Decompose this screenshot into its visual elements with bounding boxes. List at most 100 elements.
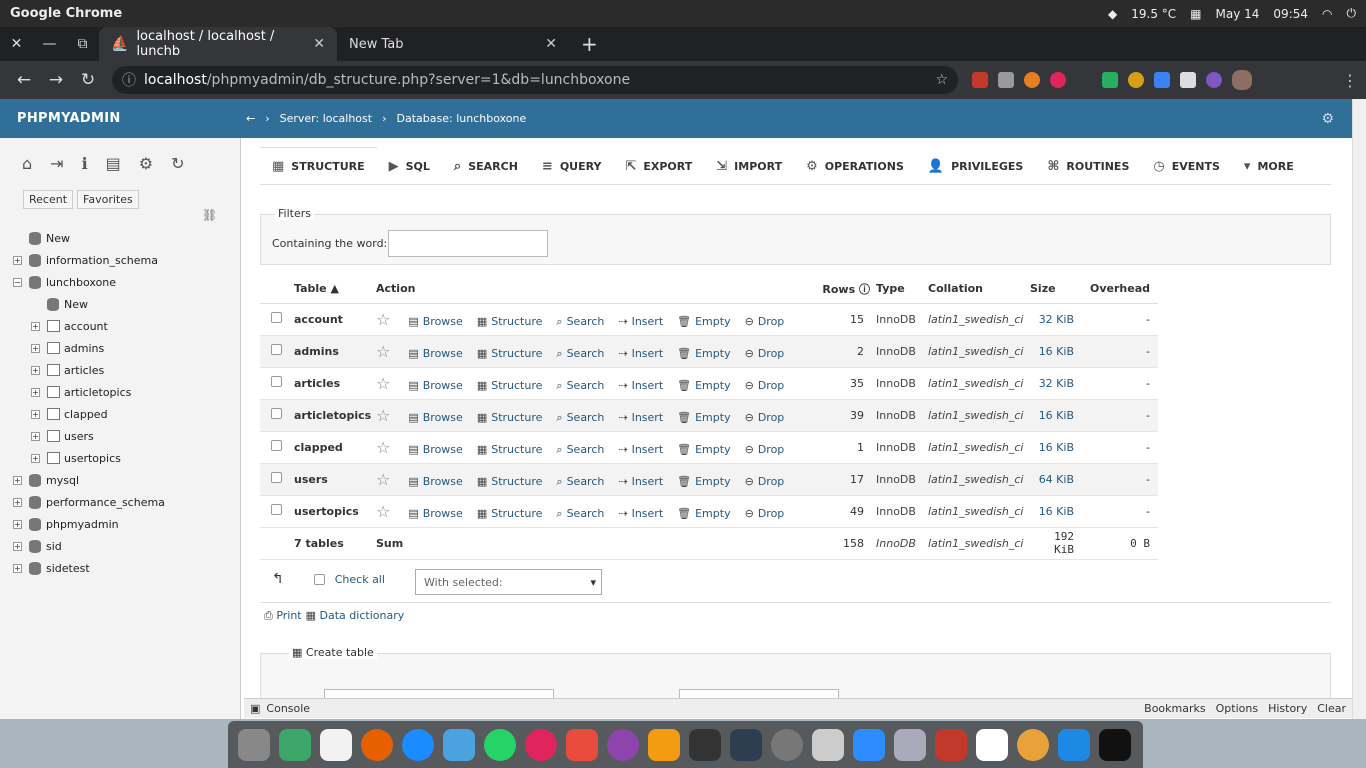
reload-icon[interactable]: ↻ bbox=[171, 154, 184, 173]
size-link[interactable]: 32 KiB bbox=[1039, 313, 1074, 326]
row-checkbox[interactable] bbox=[271, 472, 282, 483]
search-action-link[interactable]: ⌕ Search bbox=[556, 315, 604, 329]
tree-node-label[interactable]: users bbox=[64, 430, 94, 443]
browse-action-link[interactable]: ▤ Browse bbox=[408, 379, 462, 392]
favorite-star-icon[interactable]: ☆ bbox=[376, 406, 390, 425]
insert-action-link[interactable]: ⇢ Insert bbox=[618, 443, 663, 456]
insert-action-link[interactable]: ⇢ Insert bbox=[618, 347, 663, 360]
column-header-rows[interactable]: Rows ⓘ bbox=[812, 275, 876, 304]
favorite-star-icon[interactable]: ☆ bbox=[376, 438, 390, 457]
column-header-size[interactable]: Size bbox=[1030, 275, 1086, 304]
size-link[interactable]: 32 KiB bbox=[1039, 377, 1074, 390]
extension-icon[interactable] bbox=[1206, 72, 1222, 88]
search-action-link[interactable]: ⌕ Search bbox=[556, 443, 604, 457]
row-checkbox[interactable] bbox=[271, 440, 282, 451]
tree-node[interactable]: + usertopics bbox=[0, 447, 241, 469]
drop-action-link[interactable]: ⊖ Drop bbox=[745, 379, 785, 392]
bookmark-star-icon[interactable]: ☆ bbox=[935, 72, 948, 88]
favorite-star-icon[interactable]: ☆ bbox=[376, 502, 390, 521]
tree-node-label[interactable]: New bbox=[46, 232, 70, 245]
tree-node[interactable]: + admins bbox=[0, 337, 241, 359]
preview-icon[interactable] bbox=[894, 728, 926, 761]
tree-node-label[interactable]: mysql bbox=[46, 474, 79, 487]
drop-action-link[interactable]: ⊖ Drop bbox=[745, 411, 785, 424]
firefox-icon[interactable] bbox=[361, 728, 393, 761]
info-icon[interactable]: ⓘ bbox=[122, 70, 136, 90]
expand-icon[interactable]: + bbox=[13, 563, 22, 573]
tree-node[interactable]: + articletopics bbox=[0, 381, 241, 403]
table-name-link[interactable]: usertopics bbox=[294, 495, 376, 528]
screenshot-icon[interactable] bbox=[935, 728, 967, 761]
insert-action-link[interactable]: ⇢ Insert bbox=[618, 379, 663, 392]
tree-node-label[interactable]: admins bbox=[64, 342, 104, 355]
check-all-link[interactable]: Check all bbox=[335, 573, 385, 586]
tab-close-icon[interactable]: ✕ bbox=[545, 36, 557, 52]
console-bookmarks[interactable]: Bookmarks bbox=[1144, 702, 1205, 715]
address-bar[interactable]: ⓘ localhost /phpmyadmin/db_structure.php… bbox=[112, 66, 958, 94]
flickr-icon[interactable] bbox=[525, 728, 557, 761]
drop-action-link[interactable]: ⊖ Drop bbox=[745, 507, 785, 520]
structure-action-link[interactable]: ▦ Structure bbox=[477, 347, 543, 360]
back-arrow-icon[interactable]: ← bbox=[8, 70, 40, 90]
data-dictionary-link[interactable]: ▦ Data dictionary bbox=[306, 609, 405, 623]
expand-icon[interactable]: + bbox=[31, 453, 40, 463]
structure-action-link[interactable]: ▦ Structure bbox=[477, 411, 543, 424]
extension-icon[interactable] bbox=[1180, 72, 1196, 88]
browse-action-link[interactable]: ▤ Browse bbox=[408, 347, 462, 360]
empty-action-link[interactable]: 🗑 Empty bbox=[677, 379, 730, 392]
tab-search[interactable]: ⌕ SEARCH bbox=[442, 148, 530, 184]
extension-icon[interactable] bbox=[1102, 72, 1118, 88]
tree-node[interactable]: + account bbox=[0, 315, 241, 337]
favorites-tab[interactable]: Favorites bbox=[77, 190, 139, 209]
tab-close-icon[interactable]: ✕ bbox=[313, 36, 325, 52]
search-action-link[interactable]: ⌕ Search bbox=[556, 411, 604, 425]
empty-action-link[interactable]: 🗑 Empty bbox=[677, 507, 730, 520]
drop-action-link[interactable]: ⊖ Drop bbox=[745, 347, 785, 360]
tree-node-label[interactable]: usertopics bbox=[64, 452, 121, 465]
tree-node[interactable]: + clapped bbox=[0, 403, 241, 425]
browse-action-link[interactable]: ▤ Browse bbox=[408, 443, 462, 456]
tree-node-label[interactable]: articles bbox=[64, 364, 104, 377]
empty-action-link[interactable]: 🗑 Empty bbox=[677, 315, 730, 328]
page-scrollbar[interactable] bbox=[1352, 99, 1366, 719]
empty-action-link[interactable]: 🗑 Empty bbox=[677, 411, 730, 424]
search-action-link[interactable]: ⌕ Search bbox=[556, 347, 604, 361]
launchpad-icon[interactable] bbox=[238, 728, 270, 761]
extension-icon[interactable] bbox=[1076, 72, 1092, 88]
extension-icon[interactable] bbox=[998, 72, 1014, 88]
row-checkbox[interactable] bbox=[271, 376, 282, 387]
tab-more[interactable]: ▾ MORE bbox=[1232, 148, 1306, 184]
calendar-icon[interactable] bbox=[976, 728, 1008, 761]
extension-icon[interactable] bbox=[1154, 72, 1170, 88]
tree-node[interactable]: + performance_schema bbox=[0, 491, 241, 513]
link-icon[interactable]: ⛓ bbox=[202, 208, 217, 222]
tree-node-label[interactable]: account bbox=[64, 320, 108, 333]
expand-icon[interactable]: + bbox=[31, 431, 40, 441]
tree-node[interactable]: + sid bbox=[0, 535, 241, 557]
search-action-link[interactable]: ⌕ Search bbox=[556, 507, 604, 521]
temperature[interactable]: 19.5 °C bbox=[1131, 7, 1176, 21]
wifi-icon[interactable]: ◠ bbox=[1322, 7, 1332, 21]
tab-events[interactable]: ◷ EVENTS bbox=[1141, 148, 1232, 184]
expand-icon[interactable]: + bbox=[31, 343, 40, 353]
window-maximize-icon[interactable]: ⧉ bbox=[66, 27, 99, 61]
table-name-link[interactable]: articletopics bbox=[294, 399, 376, 432]
chrome-icon[interactable] bbox=[1017, 728, 1049, 761]
tree-node[interactable]: New bbox=[0, 227, 241, 249]
tab-sql[interactable]: ▶ SQL bbox=[377, 148, 442, 184]
insert-action-link[interactable]: ⇢ Insert bbox=[618, 475, 663, 488]
size-link[interactable]: 16 KiB bbox=[1039, 441, 1074, 454]
pma-logo[interactable]: PHPMYADMIN bbox=[0, 111, 240, 126]
tree-node-label[interactable]: articletopics bbox=[64, 386, 131, 399]
drop-action-link[interactable]: ⊖ Drop bbox=[745, 315, 785, 328]
browse-action-link[interactable]: ▤ Browse bbox=[408, 411, 462, 424]
window-minimize-icon[interactable]: — bbox=[33, 27, 66, 61]
date[interactable]: May 14 bbox=[1216, 7, 1260, 21]
console-label[interactable]: Console bbox=[266, 702, 310, 715]
tab-export[interactable]: ⇱ EXPORT bbox=[613, 148, 704, 184]
column-header-collation[interactable]: Collation bbox=[928, 275, 1030, 304]
table-name-link[interactable]: users bbox=[294, 463, 376, 496]
settings-gear-icon[interactable]: ⚙ bbox=[139, 154, 153, 173]
extension-icon[interactable] bbox=[1024, 72, 1040, 88]
table-name-link[interactable]: articles bbox=[294, 367, 376, 400]
